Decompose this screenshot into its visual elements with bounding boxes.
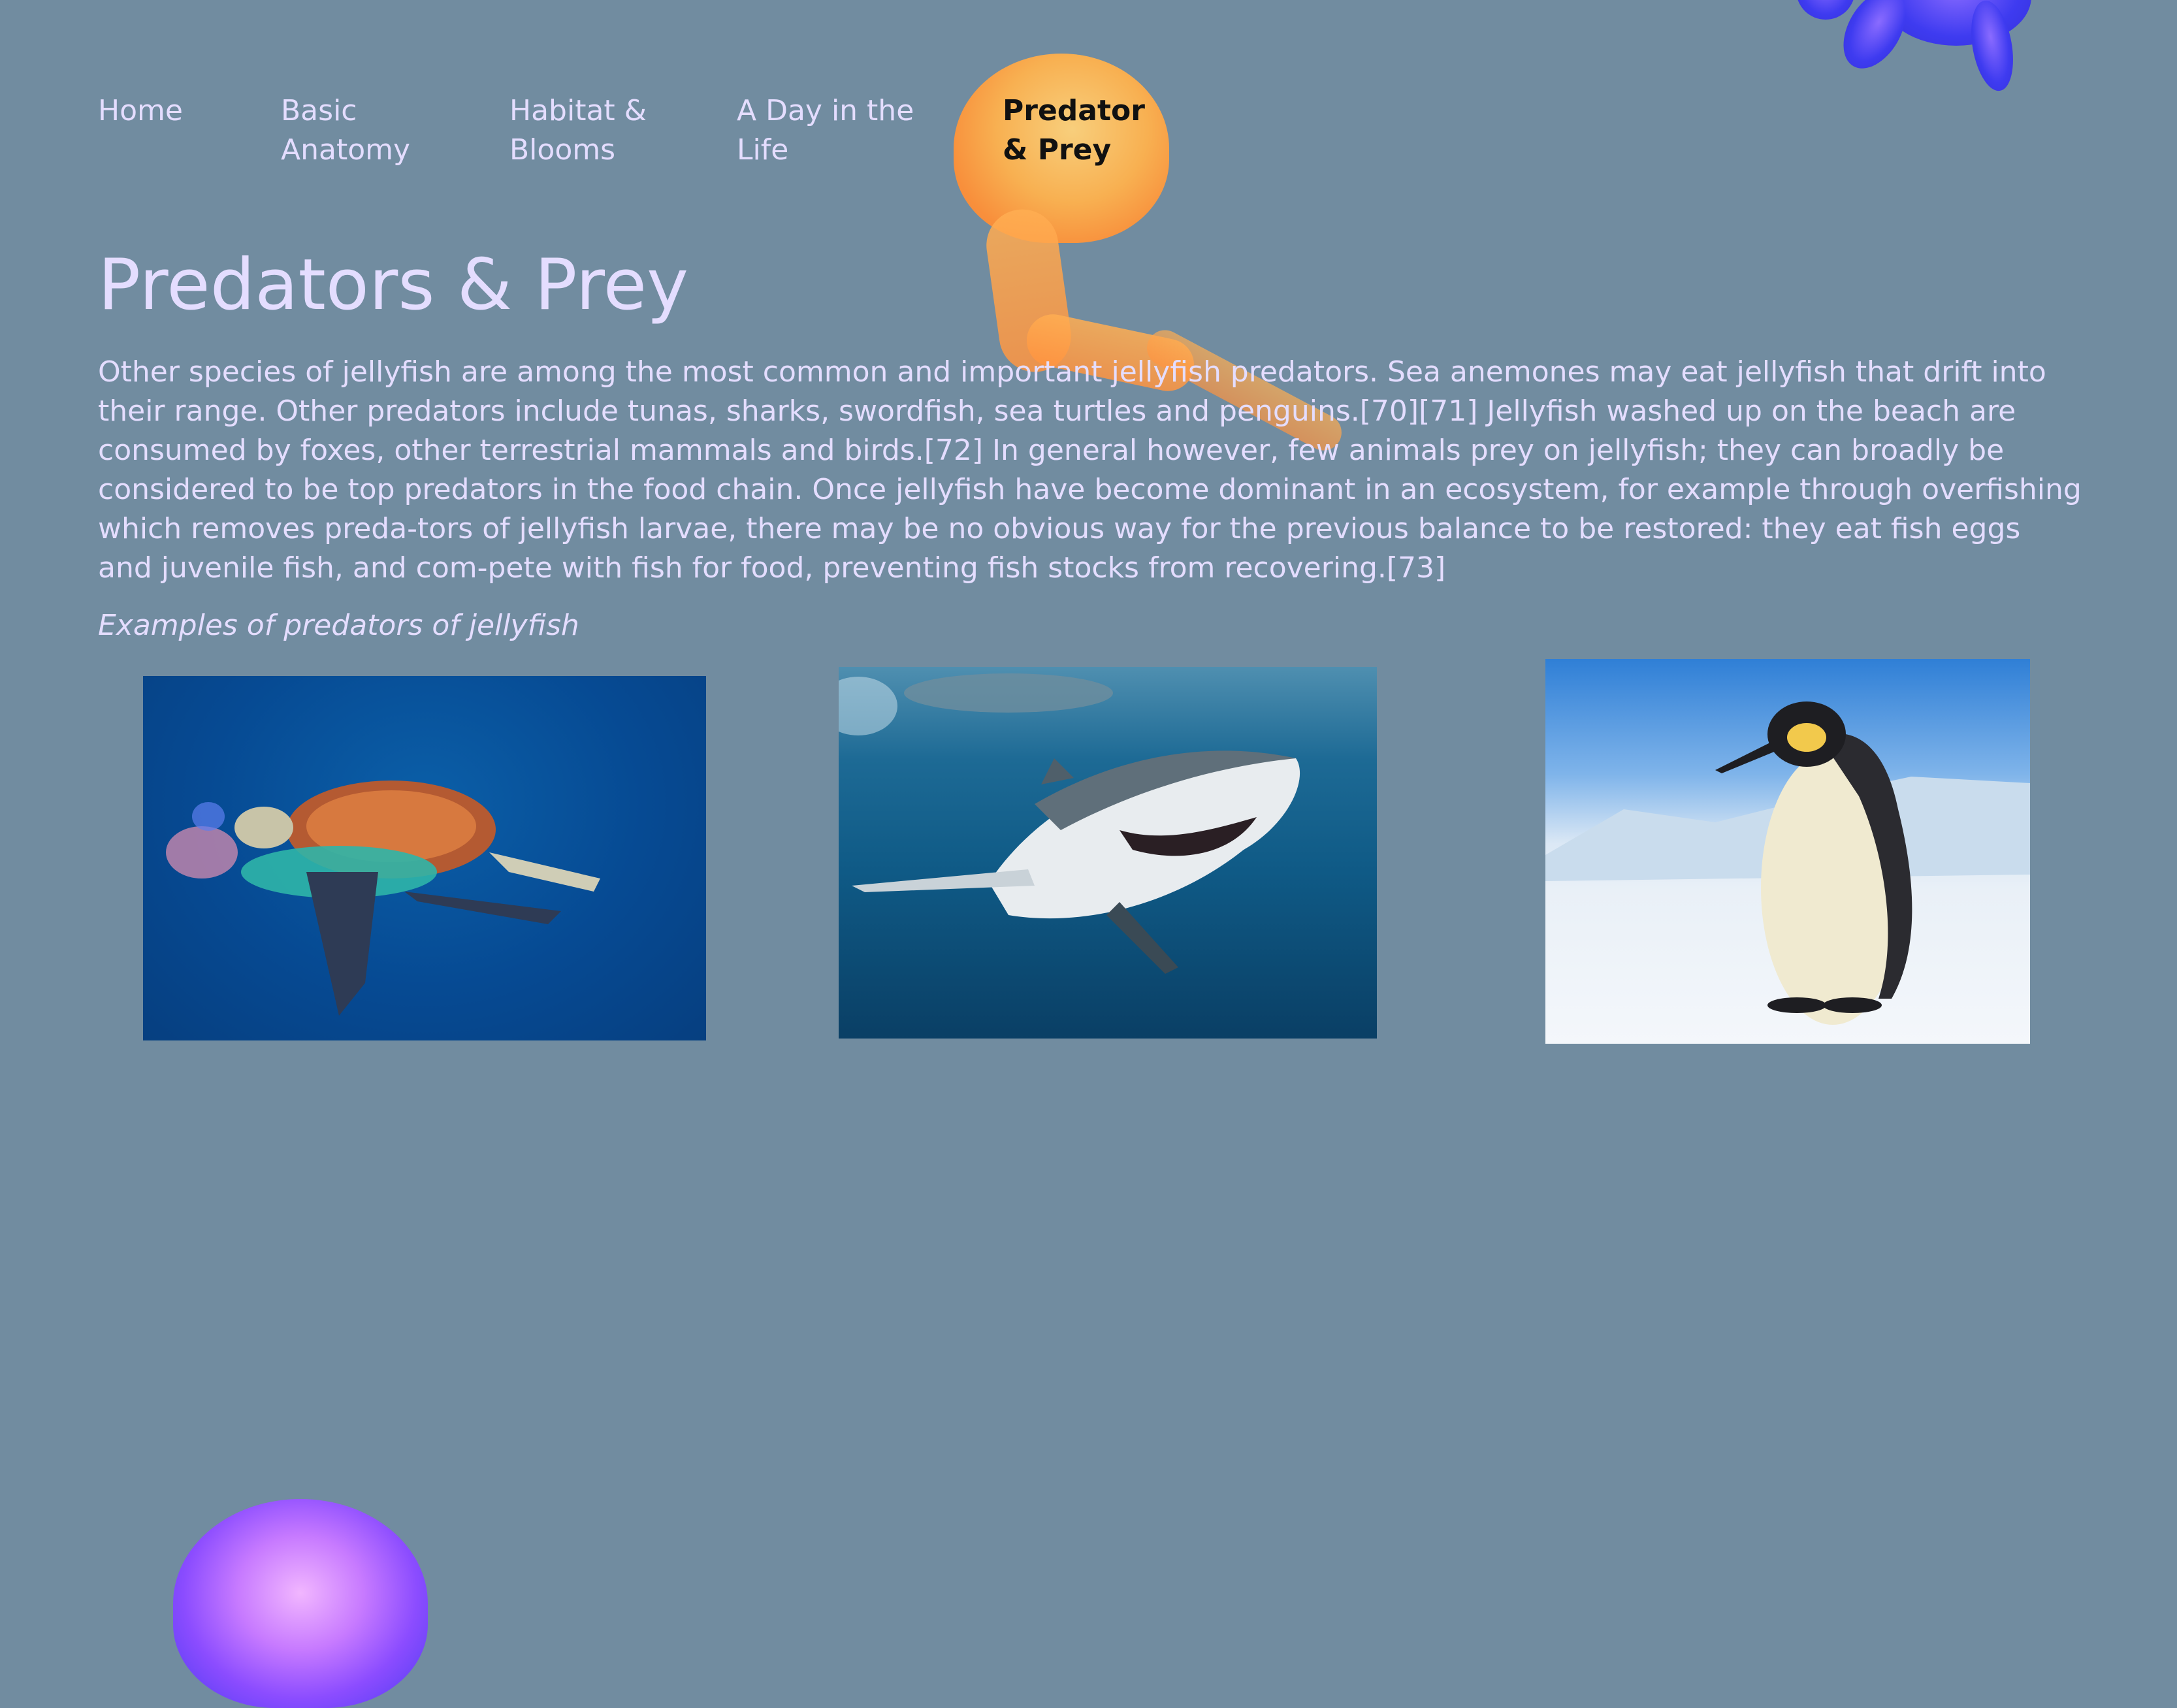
emperor-penguin-image [1545, 659, 2030, 1044]
nav-link-a-day-in-the-life[interactable]: A Day in the Life [737, 91, 1003, 170]
jellyfish-tentacle [1965, 0, 2020, 95]
jellyfish-part [1796, 0, 1855, 20]
penguin-illustration [1545, 701, 2030, 1025]
main-nav: Home Basic Anatomy Habitat & Blooms A Da… [98, 91, 1159, 170]
jellyfish-tentacle [1830, 0, 1919, 80]
nav-link-basic-anatomy[interactable]: Basic Anatomy [281, 91, 509, 170]
body-paragraph: Other species of jellyfish are among the… [98, 355, 2082, 585]
image-caption: Examples of predators of jellyfish [98, 609, 579, 642]
great-white-shark-image [839, 667, 1377, 1039]
purple-jellyfish-decoration [173, 1499, 428, 1708]
blue-jellyfish-decoration [1783, 0, 2071, 95]
shark-illustration [839, 673, 1300, 974]
nav-link-home[interactable]: Home [98, 91, 281, 170]
sea-turtle-illustration [166, 781, 600, 1016]
jellyfish-bell [1881, 0, 2031, 46]
page-title: Predators & Prey [98, 244, 689, 326]
nav-link-habitat-blooms[interactable]: Habitat & Blooms [509, 91, 737, 170]
nav-link-predator-prey[interactable]: Predator & Prey [1003, 91, 1159, 170]
sea-turtle-image [143, 676, 706, 1040]
jellyfish-tentacle [982, 204, 1076, 377]
